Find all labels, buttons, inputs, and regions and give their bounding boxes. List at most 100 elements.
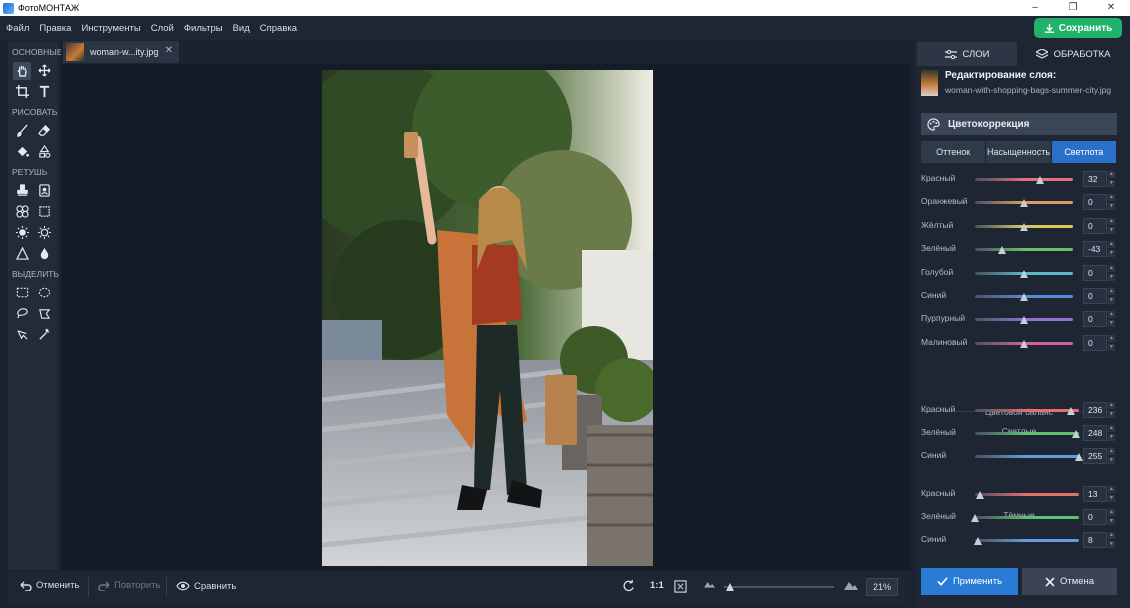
spin-down-icon[interactable]: ▼ <box>1108 457 1115 464</box>
hsl-slider-thumb[interactable] <box>1020 199 1028 208</box>
spin-down-icon[interactable]: ▼ <box>1108 343 1115 351</box>
zoom-out-icon[interactable] <box>704 580 715 588</box>
spin-down-icon[interactable]: ▼ <box>1108 495 1115 502</box>
spin-down-icon[interactable]: ▼ <box>1108 518 1115 525</box>
spinner[interactable]: ▲ ▼ <box>1108 448 1115 464</box>
menu-file[interactable]: Файл <box>6 23 29 34</box>
hand-tool-icon[interactable] <box>13 61 31 80</box>
subtab-hue[interactable]: Оттенок <box>921 141 986 163</box>
portrait-tool-icon[interactable] <box>35 182 53 200</box>
spin-down-icon[interactable]: ▼ <box>1108 541 1115 548</box>
photo-image[interactable] <box>322 70 653 566</box>
spinner[interactable]: ▲ ▼ <box>1108 264 1115 281</box>
eraser-tool-icon[interactable] <box>35 122 53 140</box>
tab-processing[interactable]: ОБРАБОТКА <box>1019 42 1127 66</box>
spinner[interactable]: ▲ ▼ <box>1108 171 1115 187</box>
darken-tool-icon[interactable] <box>35 224 53 242</box>
spin-down-icon[interactable]: ▼ <box>1108 411 1115 418</box>
tab-layers[interactable]: СЛОИ <box>917 42 1017 66</box>
hsl-slider-value[interactable]: 0 <box>1083 264 1107 281</box>
save-button[interactable]: Сохранить <box>1034 18 1122 38</box>
spin-down-icon[interactable]: ▼ <box>1108 320 1115 328</box>
undo-button[interactable]: Отменить <box>20 580 79 591</box>
spin-down-icon[interactable]: ▼ <box>1108 434 1115 441</box>
hsl-slider-track[interactable] <box>975 178 1073 181</box>
hsl-slider-thumb[interactable] <box>1020 269 1028 278</box>
shapes-tool-icon[interactable] <box>35 143 53 161</box>
dark-slider-value[interactable]: 13 <box>1083 486 1107 502</box>
lite-slider-thumb[interactable] <box>1072 430 1081 438</box>
zoom-in-icon[interactable] <box>844 580 858 590</box>
actual-size-button[interactable]: 1:1 <box>650 580 664 591</box>
spin-up-icon[interactable]: ▲ <box>1108 448 1115 455</box>
spinner[interactable]: ▲ ▼ <box>1108 532 1115 548</box>
hsl-slider-value[interactable]: 0 <box>1083 334 1107 351</box>
polygon-lasso-icon[interactable] <box>35 305 53 323</box>
brighten-tool-icon[interactable] <box>13 224 31 242</box>
hsl-slider-track[interactable] <box>975 248 1073 252</box>
document-tab[interactable]: woman-w...ity.jpg ✕ <box>63 41 179 63</box>
spin-up-icon[interactable]: ▲ <box>1108 194 1115 202</box>
hsl-slider-thumb[interactable] <box>1035 176 1044 184</box>
move-tool-icon[interactable] <box>35 62 53 80</box>
dark-slider-thumb[interactable] <box>976 491 985 499</box>
spinner[interactable]: ▲ ▼ <box>1108 194 1115 211</box>
lite-slider-track[interactable] <box>975 409 1079 412</box>
fit-screen-button[interactable] <box>674 580 687 593</box>
stamp-tool-icon[interactable] <box>13 182 31 200</box>
menu-help[interactable]: Справка <box>260 23 297 34</box>
spinner[interactable]: ▲ ▼ <box>1108 334 1115 351</box>
rect-select-icon[interactable] <box>13 284 31 302</box>
lite-slider-track[interactable] <box>975 432 1079 435</box>
restore-icon[interactable]: ❐ <box>1054 0 1092 16</box>
close-icon[interactable]: ✕ <box>1092 0 1130 16</box>
ellipse-select-icon[interactable] <box>35 284 53 302</box>
hsl-slider-value[interactable]: 0 <box>1083 288 1107 304</box>
dark-slider-track[interactable] <box>975 493 1079 496</box>
spin-up-icon[interactable]: ▲ <box>1108 509 1115 516</box>
zoom-slider-track[interactable] <box>724 586 834 588</box>
spin-up-icon[interactable]: ▲ <box>1108 425 1115 432</box>
crop-tool-icon[interactable] <box>13 83 31 101</box>
menu-edit[interactable]: Правка <box>39 23 71 34</box>
hsl-slider-value[interactable]: -43 <box>1083 241 1107 258</box>
minimize-icon[interactable]: – <box>1016 0 1054 16</box>
spin-down-icon[interactable]: ▼ <box>1108 297 1115 304</box>
hsl-slider-thumb[interactable] <box>1020 316 1028 325</box>
dark-slider-thumb[interactable] <box>971 514 979 522</box>
lite-slider-value[interactable]: 248 <box>1083 425 1107 441</box>
spin-up-icon[interactable]: ▲ <box>1108 334 1115 342</box>
hsl-slider-value[interactable]: 0 <box>1083 311 1107 328</box>
spin-down-icon[interactable]: ▼ <box>1108 226 1115 234</box>
subtab-saturation[interactable]: Насыщенность <box>986 141 1051 163</box>
hsl-slider-value[interactable]: 0 <box>1083 194 1107 211</box>
cancel-button[interactable]: Отмена <box>1022 568 1117 595</box>
spin-down-icon[interactable]: ▼ <box>1108 273 1115 281</box>
magnetic-lasso-icon[interactable] <box>13 326 31 344</box>
heal-tool-icon[interactable] <box>13 203 31 221</box>
dark-slider-value[interactable]: 8 <box>1083 532 1107 548</box>
hsl-slider-value[interactable]: 32 <box>1083 171 1107 187</box>
lite-slider-thumb[interactable] <box>1075 453 1083 461</box>
hsl-slider-thumb[interactable] <box>1020 339 1028 348</box>
spin-up-icon[interactable]: ▲ <box>1108 241 1115 249</box>
patch-tool-icon[interactable] <box>35 203 53 221</box>
spinner[interactable]: ▲ ▼ <box>1108 402 1115 418</box>
canvas-area[interactable] <box>61 64 911 570</box>
spinner[interactable]: ▲ ▼ <box>1108 217 1115 234</box>
spinner[interactable]: ▲ ▼ <box>1108 425 1115 441</box>
menu-tools[interactable]: Инструменты <box>81 23 140 34</box>
spinner[interactable]: ▲ ▼ <box>1108 288 1115 304</box>
spin-up-icon[interactable]: ▲ <box>1108 171 1115 178</box>
lite-slider-value[interactable]: 255 <box>1083 448 1107 464</box>
spin-down-icon[interactable]: ▼ <box>1108 180 1115 187</box>
spinner[interactable]: ▲ ▼ <box>1108 241 1115 258</box>
dark-slider-track[interactable] <box>975 539 1079 542</box>
spin-up-icon[interactable]: ▲ <box>1108 288 1115 295</box>
subtab-lightness[interactable]: Светлота <box>1051 141 1116 163</box>
fill-tool-icon[interactable] <box>13 143 31 161</box>
hsl-slider-thumb[interactable] <box>1020 222 1028 231</box>
brush-tool-icon[interactable] <box>13 122 31 140</box>
magic-wand-icon[interactable] <box>35 326 53 344</box>
spinner[interactable]: ▲ ▼ <box>1108 486 1115 502</box>
